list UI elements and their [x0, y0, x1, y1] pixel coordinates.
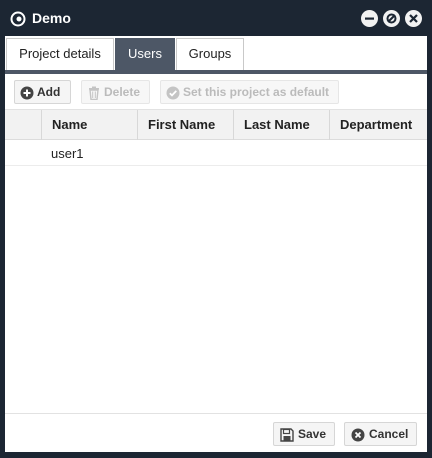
column-header-last-name[interactable]: Last Name [233, 110, 329, 140]
cell-first-name [137, 141, 233, 166]
set-default-label: Set this project as default [183, 85, 330, 99]
grid-header: Name First Name Last Name Department [5, 110, 427, 140]
column-header-department[interactable]: Department [329, 110, 427, 140]
delete-button[interactable]: Delete [81, 80, 150, 104]
cell-department [329, 141, 427, 166]
add-button[interactable]: Add [14, 80, 71, 104]
set-default-project-button[interactable]: Set this project as default [160, 80, 339, 104]
tab-project-details[interactable]: Project details [6, 38, 114, 70]
cancel-button-label: Cancel [369, 427, 409, 441]
plus-circle-icon [20, 85, 34, 100]
add-button-label: Add [37, 85, 61, 99]
table-row[interactable]: user1 [5, 141, 427, 166]
column-header-first-name[interactable]: First Name [137, 110, 233, 140]
delete-button-label: Delete [104, 85, 141, 99]
floppy-disk-icon [280, 427, 294, 442]
users-panel: Add Delete Set this project as default N… [5, 74, 427, 452]
cancel-button[interactable]: Cancel [344, 422, 417, 446]
tab-users[interactable]: Users [115, 38, 175, 70]
cell-last-name [233, 141, 329, 166]
toolbar: Add Delete Set this project as default [5, 74, 427, 110]
dialog-footer: Save Cancel [5, 413, 427, 452]
title-bar[interactable]: Demo [0, 0, 432, 36]
select-column-header[interactable] [5, 110, 41, 140]
tab-bar: Project details Users Groups [5, 36, 427, 72]
maximize-icon[interactable] [383, 10, 400, 27]
cell-name: user1 [51, 146, 84, 161]
app-logo-icon [10, 11, 26, 27]
minimize-icon[interactable] [361, 10, 378, 27]
check-circle-icon [166, 85, 180, 100]
save-button[interactable]: Save [273, 422, 335, 446]
tab-groups[interactable]: Groups [176, 38, 244, 70]
cancel-circle-icon [351, 427, 365, 442]
save-button-label: Save [298, 427, 327, 441]
grid-body: user1 [5, 141, 427, 411]
dialog-window: Demo Project details Users Groups Add De… [0, 0, 432, 458]
window-title: Demo [32, 10, 71, 26]
close-icon[interactable] [405, 10, 422, 27]
column-header-name[interactable]: Name [41, 110, 137, 140]
trash-icon [87, 85, 101, 101]
